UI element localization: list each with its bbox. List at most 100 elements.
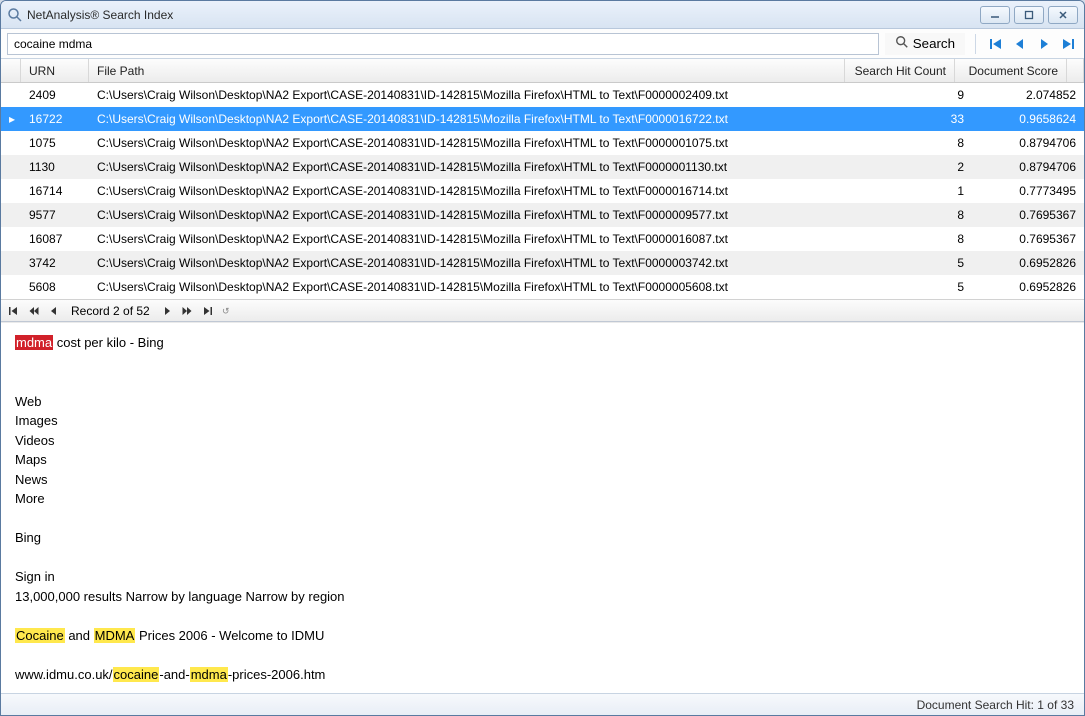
cell-urn: 3742 [21, 256, 89, 270]
cell-urn: 5608 [21, 280, 89, 294]
record-next-page-button[interactable] [180, 304, 194, 318]
preview-pane[interactable]: mdma cost per kilo - Bing Web Images Vid… [1, 322, 1084, 693]
record-navigator: Record 2 of 52 ↺ [1, 299, 1084, 321]
record-last-button[interactable] [200, 304, 214, 318]
cell-path: C:\Users\Craig Wilson\Desktop\NA2 Export… [89, 112, 862, 126]
status-document-hit: Document Search Hit: 1 of 33 [917, 698, 1074, 712]
table-row[interactable]: 16714C:\Users\Craig Wilson\Desktop\NA2 E… [1, 179, 1084, 203]
row-indicator: ▸ [1, 112, 21, 126]
search-icon [895, 35, 909, 52]
scroll-gutter-header [1067, 59, 1084, 82]
grid-body[interactable]: 2409C:\Users\Craig Wilson\Desktop\NA2 Ex… [1, 83, 1084, 299]
cell-urn: 2409 [21, 88, 89, 102]
cell-urn: 16087 [21, 232, 89, 246]
preview-line: mdma cost per kilo - Bing [15, 333, 1070, 353]
cell-urn: 16714 [21, 184, 89, 198]
cell-hit: 2 [862, 160, 972, 174]
table-row[interactable]: 1075C:\Users\Craig Wilson\Desktop\NA2 Ex… [1, 131, 1084, 155]
highlight-yellow: Cocaine [15, 628, 65, 643]
preview-line: Sign in [15, 567, 1070, 587]
preview-line: Images [15, 411, 1070, 431]
cell-path: C:\Users\Craig Wilson\Desktop\NA2 Export… [89, 232, 862, 246]
preview-line: More [15, 489, 1070, 509]
table-row[interactable]: 16087C:\Users\Craig Wilson\Desktop\NA2 E… [1, 227, 1084, 251]
cell-score: 0.7773495 [972, 184, 1084, 198]
preview-line: Videos [15, 431, 1070, 451]
svg-text:↺: ↺ [222, 306, 230, 316]
preview-line: Web [15, 392, 1070, 412]
close-button[interactable] [1048, 6, 1078, 24]
cell-hit: 9 [862, 88, 972, 102]
search-input[interactable] [7, 33, 879, 55]
cell-urn: 1130 [21, 160, 89, 174]
cell-hit: 5 [862, 256, 972, 270]
preview-line: Maps [15, 450, 1070, 470]
column-header-hit[interactable]: Search Hit Count [845, 59, 955, 82]
cell-path: C:\Users\Craig Wilson\Desktop\NA2 Export… [89, 88, 862, 102]
cell-path: C:\Users\Craig Wilson\Desktop\NA2 Export… [89, 184, 862, 198]
cell-score: 0.7695367 [972, 208, 1084, 222]
search-button[interactable]: Search [885, 33, 965, 55]
highlight-yellow: MDMA [94, 628, 136, 643]
toolbar: Search [1, 29, 1084, 59]
cell-score: 0.6952826 [972, 256, 1084, 270]
cell-score: 0.8794706 [972, 160, 1084, 174]
cell-path: C:\Users\Craig Wilson\Desktop\NA2 Export… [89, 160, 862, 174]
cell-path: C:\Users\Craig Wilson\Desktop\NA2 Export… [89, 136, 862, 150]
cell-hit: 5 [862, 280, 972, 294]
highlight-yellow: mdma [190, 667, 228, 682]
column-header-score[interactable]: Document Score [955, 59, 1067, 82]
cell-score: 0.7695367 [972, 232, 1084, 246]
cell-hit: 8 [862, 136, 972, 150]
table-row[interactable]: 5608C:\Users\Craig Wilson\Desktop\NA2 Ex… [1, 275, 1084, 299]
preview-line: Cocaine and MDMA Prices 2006 - Welcome t… [15, 626, 1070, 646]
record-first-button[interactable] [7, 304, 21, 318]
preview-line: Bing [15, 528, 1070, 548]
table-row[interactable]: ▸16722C:\Users\Craig Wilson\Desktop\NA2 … [1, 107, 1084, 131]
table-row[interactable]: 9577C:\Users\Craig Wilson\Desktop\NA2 Ex… [1, 203, 1084, 227]
cell-hit: 33 [862, 112, 972, 126]
maximize-button[interactable] [1014, 6, 1044, 24]
minimize-button[interactable] [980, 6, 1010, 24]
cell-hit: 8 [862, 232, 972, 246]
search-button-label: Search [913, 36, 955, 51]
cell-urn: 9577 [21, 208, 89, 222]
cell-score: 0.6952826 [972, 280, 1084, 294]
app-window: NetAnalysis® Search Index Search URN Fil… [0, 0, 1085, 716]
cell-path: C:\Users\Craig Wilson\Desktop\NA2 Export… [89, 208, 862, 222]
cell-score: 2.074852 [972, 88, 1084, 102]
cell-score: 0.8794706 [972, 136, 1084, 150]
column-header-path[interactable]: File Path [89, 59, 845, 82]
cell-urn: 1075 [21, 136, 89, 150]
cell-urn: 16722 [21, 112, 89, 126]
table-row[interactable]: 2409C:\Users\Craig Wilson\Desktop\NA2 Ex… [1, 83, 1084, 107]
record-prev-page-button[interactable] [27, 304, 41, 318]
table-row[interactable]: 1130C:\Users\Craig Wilson\Desktop\NA2 Ex… [1, 155, 1084, 179]
highlight-red: mdma [15, 335, 53, 350]
cell-path: C:\Users\Craig Wilson\Desktop\NA2 Export… [89, 280, 862, 294]
titlebar: NetAnalysis® Search Index [1, 1, 1084, 29]
statusbar: Document Search Hit: 1 of 33 [1, 693, 1084, 715]
nav-first-button[interactable] [986, 34, 1006, 54]
cell-hit: 1 [862, 184, 972, 198]
nav-last-button[interactable] [1058, 34, 1078, 54]
preview-line: News [15, 470, 1070, 490]
nav-next-button[interactable] [1034, 34, 1054, 54]
window-title: NetAnalysis® Search Index [27, 8, 173, 22]
cell-hit: 8 [862, 208, 972, 222]
table-row[interactable]: 3742C:\Users\Craig Wilson\Desktop\NA2 Ex… [1, 251, 1084, 275]
record-prev-button[interactable] [47, 304, 61, 318]
column-header-urn[interactable]: URN [21, 59, 89, 82]
cell-path: C:\Users\Craig Wilson\Desktop\NA2 Export… [89, 256, 862, 270]
record-position-label: Record 2 of 52 [71, 304, 150, 318]
search-icon [7, 7, 23, 23]
record-next-button[interactable] [160, 304, 174, 318]
row-indicator-header [1, 59, 21, 82]
nav-prev-button[interactable] [1010, 34, 1030, 54]
preview-line: 13,000,000 results Narrow by language Na… [15, 587, 1070, 607]
cell-score: 0.9658624 [972, 112, 1084, 126]
highlight-yellow: cocaine [113, 667, 160, 682]
record-refresh-button[interactable]: ↺ [220, 304, 234, 318]
results-grid: URN File Path Search Hit Count Document … [1, 59, 1084, 322]
preview-line: www.idmu.co.uk/cocaine-and-mdma-prices-2… [15, 665, 1070, 685]
